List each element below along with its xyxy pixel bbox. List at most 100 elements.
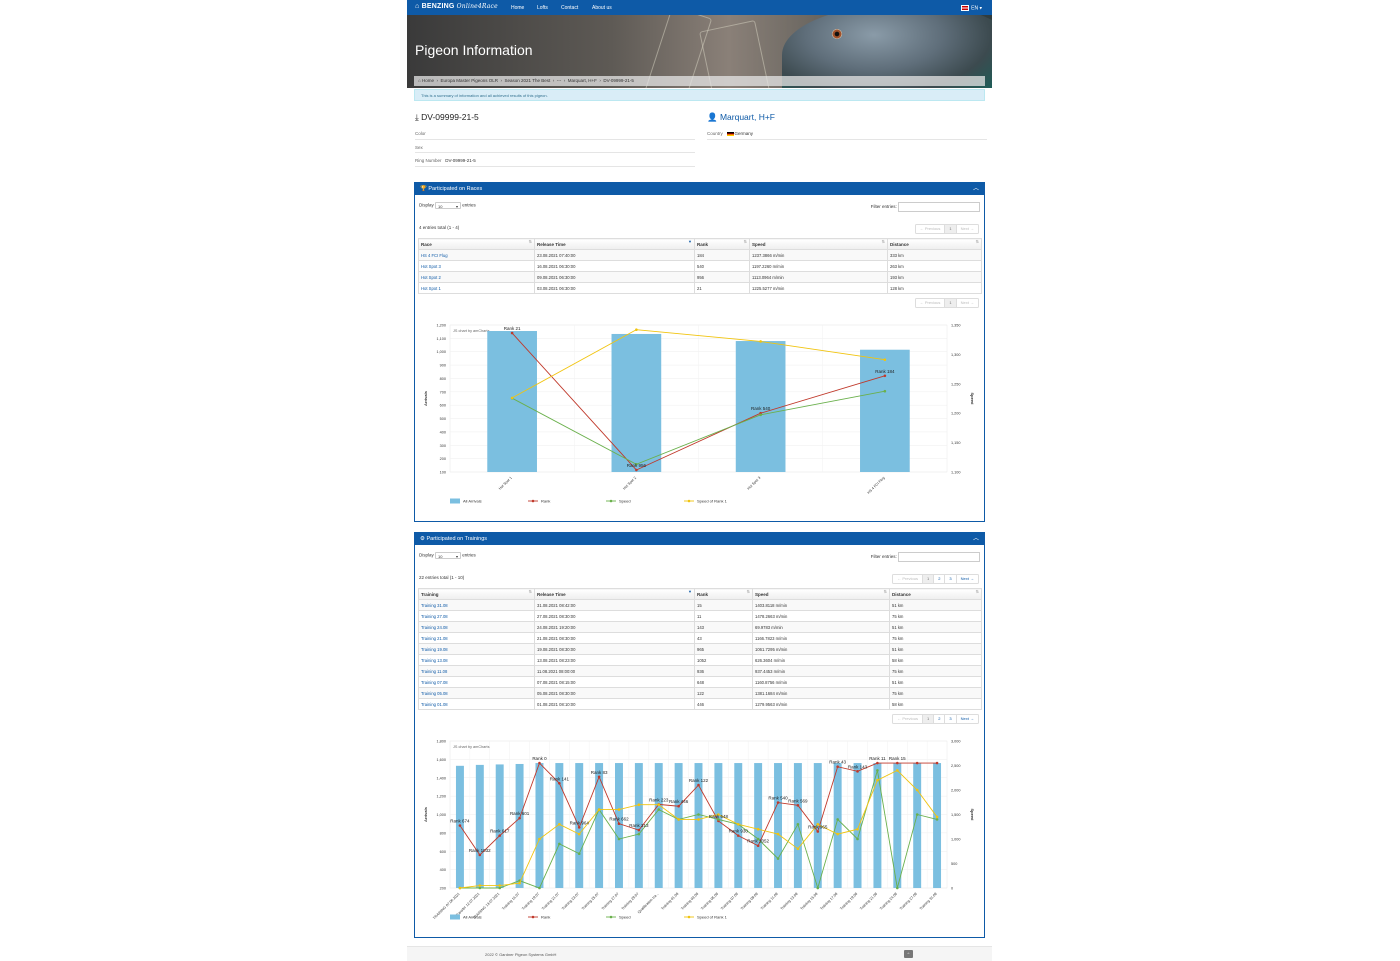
nav-link-lofts[interactable]: Lofts — [537, 5, 548, 11]
language-selector[interactable]: EN ▾ — [961, 5, 982, 11]
breadcrumb-season[interactable]: Season 2021 The Best — [505, 78, 551, 83]
table-cell[interactable]: Training 31.08 — [418, 599, 535, 611]
table-cell: 1279.9563 m/min — [752, 698, 890, 710]
page-1-button[interactable]: 1 — [944, 225, 956, 233]
filter-control: Filter entries: — [871, 552, 980, 562]
chevron-up-icon[interactable]: ︿ — [973, 183, 979, 195]
breadcrumb-owner[interactable]: Marquart, H+F — [568, 78, 597, 83]
row-link[interactable]: Training 19.08 — [421, 647, 448, 652]
next-button[interactable]: Next → — [955, 715, 978, 723]
nav-link-about[interactable]: About us — [592, 5, 612, 11]
y-tick-label: 1,600 — [436, 758, 446, 762]
y-tick-label: 300 — [440, 444, 446, 448]
brand-logo[interactable]: ⌂ BENZING Online4Race — [415, 3, 498, 10]
data-point — [935, 761, 939, 765]
entries-select[interactable]: 10 — [435, 202, 462, 210]
table-cell[interactable]: Training 01.08 — [418, 698, 535, 710]
row-link[interactable]: Training 07.08 — [421, 680, 448, 685]
data-point — [896, 769, 899, 772]
table-cell[interactable]: Hot Spot 1 — [418, 282, 535, 294]
table-cell[interactable]: Training 11.08 — [418, 665, 535, 677]
table-cell: 1113.0964 m/min — [749, 271, 888, 283]
x-tick-label: Training 24.08 — [879, 892, 898, 911]
row-link[interactable]: Hot Spot 2 — [421, 275, 441, 280]
chevron-up-icon[interactable]: ︿ — [973, 533, 979, 545]
table-cell[interactable]: Training 21.08 — [418, 632, 535, 644]
trainings-panel-header[interactable]: ⚙ Participated on Trainings ︿ — [415, 533, 984, 545]
data-point — [637, 803, 641, 806]
previous-button[interactable]: ← Previous — [916, 225, 945, 233]
column-header-release-time[interactable]: Release Time ▼ — [534, 238, 695, 250]
previous-button[interactable]: ← Previous — [916, 299, 945, 307]
column-header-distance[interactable]: Distance ⇅ — [889, 588, 982, 600]
column-header-training[interactable]: Training ⇅ — [418, 588, 535, 600]
row-link[interactable]: Training 13.08 — [421, 658, 448, 663]
table-cell: 43 — [694, 632, 753, 644]
training-icon: ⚙ — [420, 536, 425, 542]
y-tick-label: 1,000 — [436, 813, 446, 817]
table-cell[interactable]: HS 4 FCI Flug — [418, 249, 535, 261]
races-panel-header[interactable]: 🏆 Participated on Races ︿ — [415, 183, 984, 195]
page-1-button[interactable]: 1 — [921, 715, 934, 723]
page-2-button[interactable]: 2 — [933, 575, 944, 583]
nav-link-contact[interactable]: Contact — [561, 5, 578, 11]
owner-title[interactable]: 👤 Marquart, H+F — [707, 112, 775, 123]
column-header-race[interactable]: Race ⇅ — [418, 238, 535, 250]
table-cell[interactable]: Training 05.08 — [418, 687, 535, 699]
next-button[interactable]: Next → — [955, 299, 978, 307]
breadcrumb-home[interactable]: Home — [422, 78, 434, 83]
filter-input[interactable] — [898, 202, 980, 212]
data-point — [883, 374, 887, 378]
entries-select[interactable]: 10 — [435, 552, 462, 560]
row-link[interactable]: Hot Spot 3 — [421, 264, 441, 269]
column-header-speed[interactable]: Speed ⇅ — [752, 588, 890, 600]
row-link[interactable]: Training 05.08 — [421, 691, 448, 696]
row-link[interactable]: Training 24.08 — [421, 625, 448, 630]
x-tick-label: Training 19.08 — [839, 892, 858, 911]
footer: 2022 © Gardner Pigeon Systems GmbH ^ — [407, 946, 992, 961]
breadcrumb-ellipsis[interactable]: --- — [557, 78, 562, 83]
table-cell[interactable]: Training 27.08 — [418, 610, 535, 622]
nav-link-home[interactable]: Home — [511, 5, 524, 11]
breadcrumb-competition[interactable]: Europa Master Pigeons OLR — [440, 78, 498, 83]
column-header-distance[interactable]: Distance ⇅ — [887, 238, 982, 250]
filter-input[interactable] — [898, 552, 980, 562]
column-header-release-time[interactable]: Release Time ▼ — [534, 588, 695, 600]
download-icon: ⤓ — [415, 112, 419, 122]
table-cell[interactable]: Training 24.08 — [418, 621, 535, 633]
row-link[interactable]: Training 01.08 — [421, 702, 448, 707]
data-label: Rank 143 — [848, 764, 868, 769]
data-point — [478, 884, 482, 887]
page-3-button[interactable]: 3 — [944, 575, 955, 583]
page-3-button[interactable]: 3 — [944, 715, 955, 723]
table-cell[interactable]: Training 13.08 — [418, 654, 535, 666]
page-1-button[interactable]: 1 — [944, 299, 956, 307]
column-header-rank[interactable]: Rank ⇅ — [694, 588, 753, 600]
next-button[interactable]: Next → — [955, 575, 978, 583]
table-cell[interactable]: Training 19.08 — [418, 643, 535, 655]
previous-button[interactable]: ← Previous — [893, 715, 922, 723]
previous-button[interactable]: ← Previous — [893, 575, 922, 583]
row-link[interactable]: HS 4 FCI Flug — [421, 253, 448, 258]
row-link[interactable]: Hot Spot 1 — [421, 286, 441, 291]
data-point — [756, 844, 760, 848]
page-1-button[interactable]: 1 — [921, 575, 934, 583]
x-tick-label: Training 25.07 — [581, 892, 600, 911]
table-cell[interactable]: Hot Spot 3 — [418, 260, 535, 272]
data-point — [478, 853, 482, 857]
table-cell: 75 km — [889, 665, 982, 677]
column-header-rank[interactable]: Rank ⇅ — [694, 238, 750, 250]
table-cell[interactable]: Training 07.08 — [418, 676, 535, 688]
row-link[interactable]: Training 21.08 — [421, 636, 448, 641]
row-link[interactable]: Training 31.08 — [421, 603, 448, 608]
scroll-top-button[interactable]: ^ — [904, 950, 913, 958]
column-header-speed[interactable]: Speed ⇅ — [749, 238, 888, 250]
row-link[interactable]: Training 27.08 — [421, 614, 448, 619]
next-button[interactable]: Next → — [955, 225, 978, 233]
y2-tick-label: 2,000 — [951, 789, 961, 793]
copyright-text: 2022 © Gardner Pigeon Systems GmbH — [485, 952, 557, 957]
table-row: Training 21.08 21.08.2021 08:30:00 43 1166.… — [418, 632, 982, 644]
page-2-button[interactable]: 2 — [933, 715, 944, 723]
table-cell[interactable]: Hot Spot 2 — [418, 271, 535, 283]
row-link[interactable]: Training 11.08 — [421, 669, 447, 674]
